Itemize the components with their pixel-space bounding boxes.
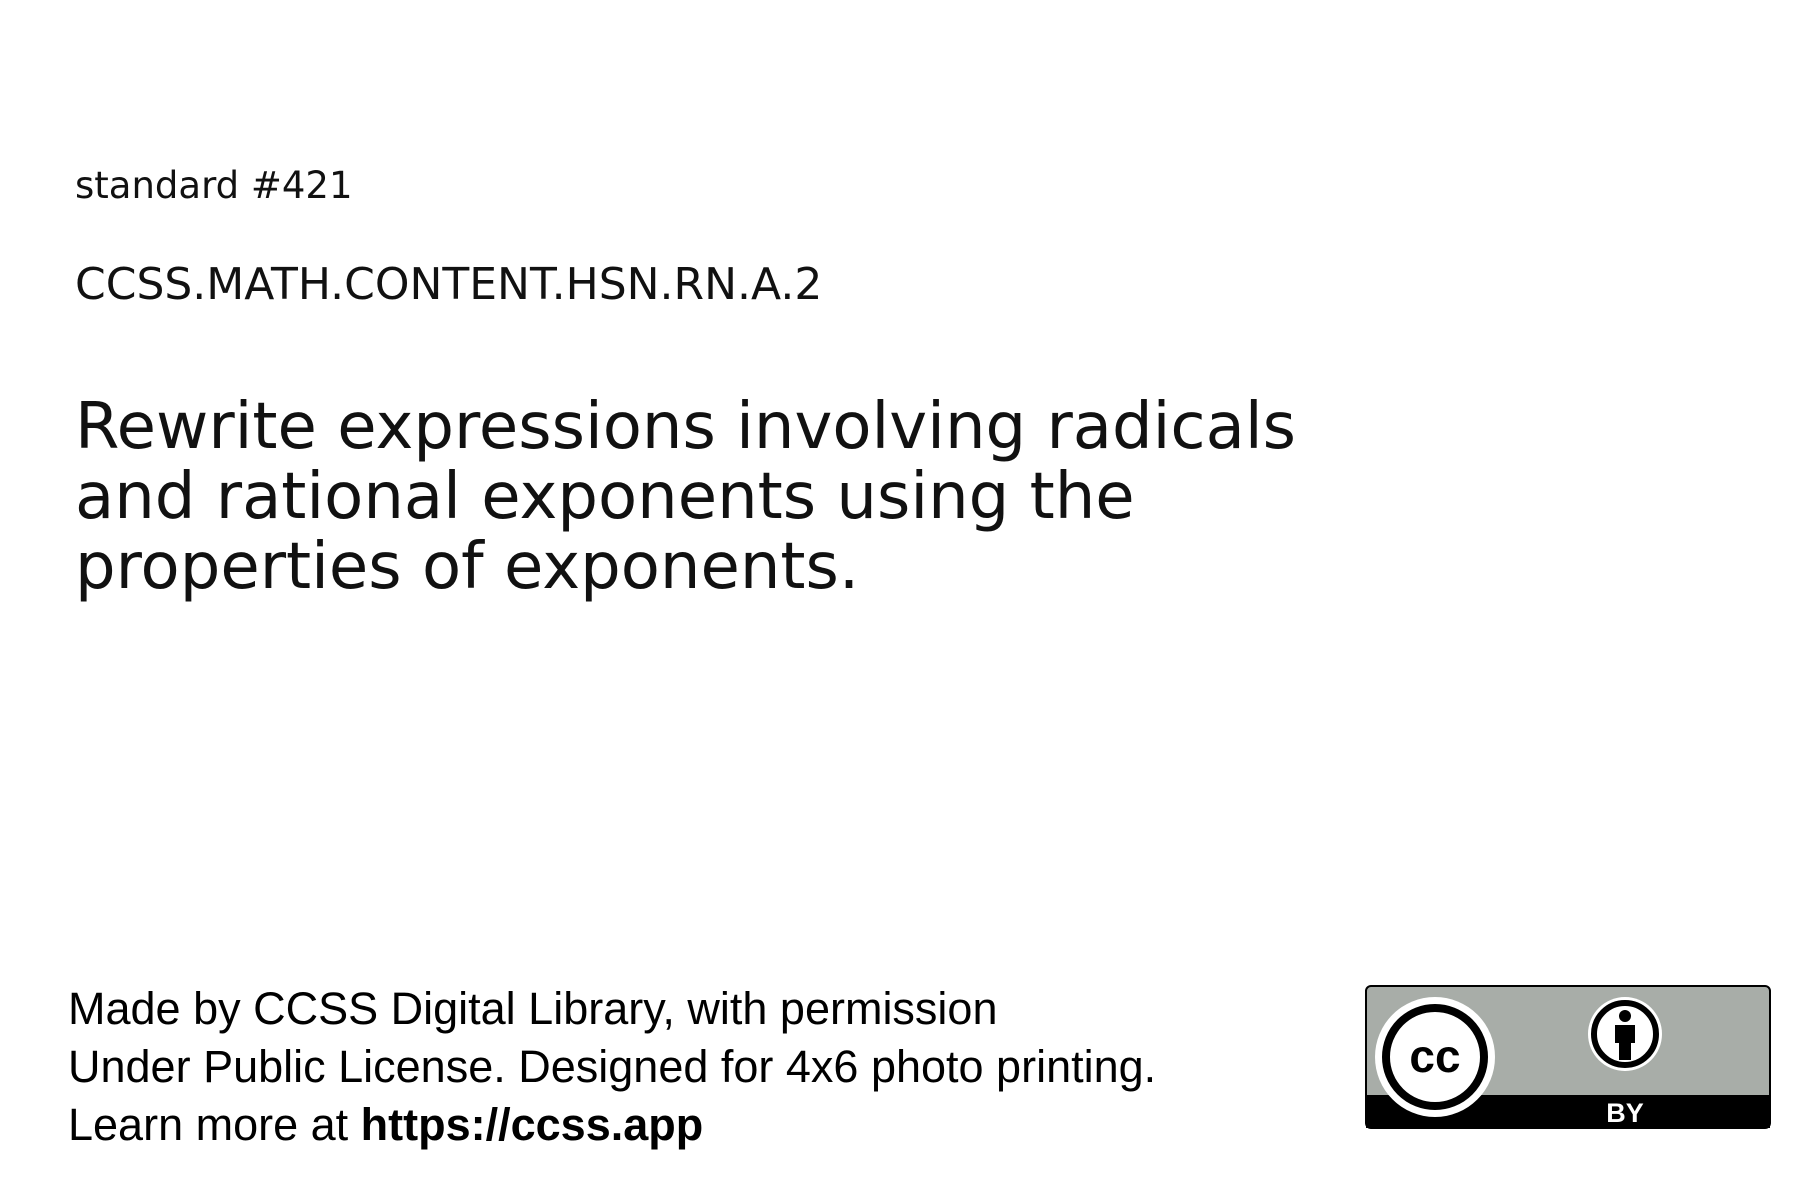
footer-credit-line: Made by CCSS Digital Library, with permi… (68, 983, 998, 1034)
by-label: BY (1606, 1098, 1644, 1128)
footer-credits: Made by CCSS Digital Library, with permi… (68, 980, 1156, 1154)
creative-commons-icon: cc (1375, 997, 1495, 1117)
learn-more-label: Learn more at (68, 1099, 361, 1150)
attribution-person-icon (1588, 997, 1662, 1071)
footer-learn-more-line: Learn more at https://ccss.app (68, 1096, 1156, 1154)
cc-by-license-badge: cc BY (1365, 985, 1771, 1129)
standard-number: standard #421 (75, 164, 353, 207)
footer-license-line: Under Public License. Designed for 4x6 p… (68, 1041, 1157, 1092)
cc-by-badge-graphic: cc BY (1365, 985, 1771, 1129)
standard-code: CCSS.MATH.CONTENT.HSN.RN.A.2 (75, 259, 823, 310)
cc-label: cc (1409, 1030, 1460, 1082)
standard-description: Rewrite expressions involving radicals a… (75, 390, 1296, 604)
website-url: https://ccss.app (360, 1099, 704, 1150)
